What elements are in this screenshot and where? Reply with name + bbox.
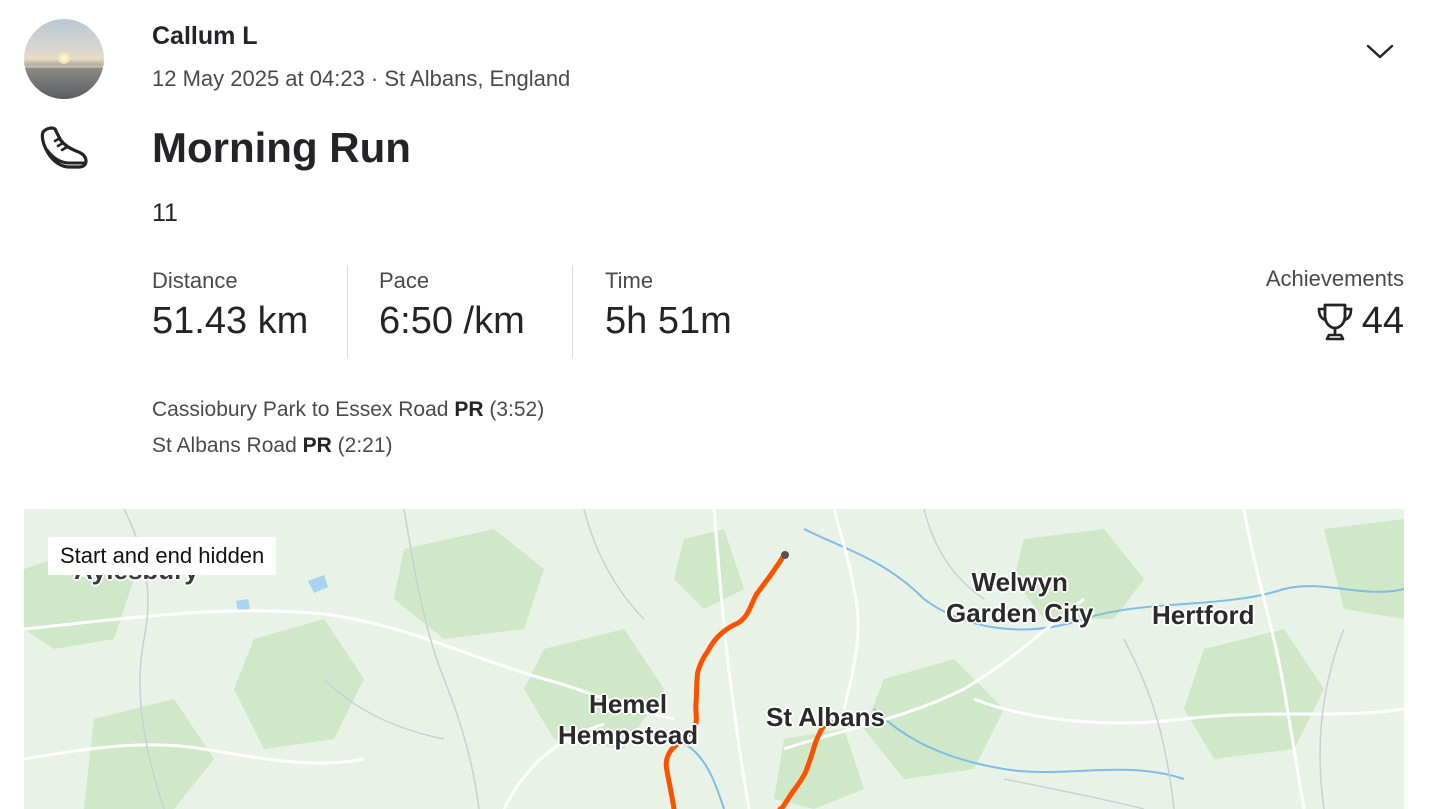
map-label-welwyn: Welwyn Garden City: [946, 567, 1093, 629]
achievements-row: 44: [1266, 300, 1404, 343]
stat-divider: [572, 265, 573, 358]
map-label-welwyn-line1: Welwyn: [971, 567, 1068, 597]
avatar-horizon: [24, 65, 104, 68]
stat-time: Time 5h 51m: [605, 264, 732, 343]
segment-effort[interactable]: St Albans Road PR (2:21): [152, 434, 393, 458]
stat-label: Pace: [379, 268, 430, 293]
stat-value: 5h 51m: [605, 300, 732, 342]
stat-divider: [347, 265, 348, 358]
running-shoe-icon: [36, 120, 92, 176]
athlete-name[interactable]: Callum L: [152, 22, 258, 51]
segment-pr-badge: PR: [302, 434, 332, 457]
activity-description: 11: [152, 199, 178, 227]
segment-name: St Albans Road: [152, 434, 297, 457]
route-map[interactable]: Aylesbury Start and end hidden Welwyn Ga…: [24, 509, 1404, 809]
trophy-icon: [1316, 302, 1354, 342]
achievements-label: Achievements: [1265, 266, 1404, 291]
map-label-hemel-line1: Hemel: [589, 689, 668, 719]
chevron-down-icon[interactable]: [1364, 36, 1396, 66]
stat-label: Distance: [152, 268, 238, 293]
athlete-avatar[interactable]: [24, 19, 104, 99]
segment-time: (2:21): [337, 434, 393, 457]
segment-time: (3:52): [489, 398, 545, 421]
stat-pace: Pace 6:50 /km: [379, 264, 525, 343]
map-label-hemel-hempstead: Hemel Hempstead: [558, 689, 698, 751]
activity-title[interactable]: Morning Run: [152, 124, 411, 172]
stat-label: Time: [605, 268, 654, 293]
achievements-count: 44: [1361, 300, 1404, 342]
map-label-welwyn-line2: Garden City: [946, 598, 1094, 628]
avatar-sun: [58, 52, 70, 64]
map-label-hemel-line2: Hempstead: [558, 720, 699, 750]
achievements[interactable]: Achievements 44: [1266, 264, 1404, 343]
stat-value: 6:50 /km: [379, 300, 525, 342]
segment-effort[interactable]: Cassiobury Park to Essex Road PR (3:52): [152, 398, 544, 422]
map-label-st-albans: St Albans: [766, 702, 885, 732]
segment-pr-badge: PR: [454, 398, 484, 421]
stat-distance: Distance 51.43 km: [152, 264, 308, 343]
start-end-hidden-badge: Start and end hidden: [48, 537, 277, 575]
segment-name: Cassiobury Park to Essex Road: [152, 398, 449, 421]
map-label-hertford: Hertford: [1152, 600, 1255, 630]
stat-value: 51.43 km: [152, 300, 309, 342]
activity-meta: 12 May 2025 at 04:23 · St Albans, Englan…: [152, 66, 571, 91]
